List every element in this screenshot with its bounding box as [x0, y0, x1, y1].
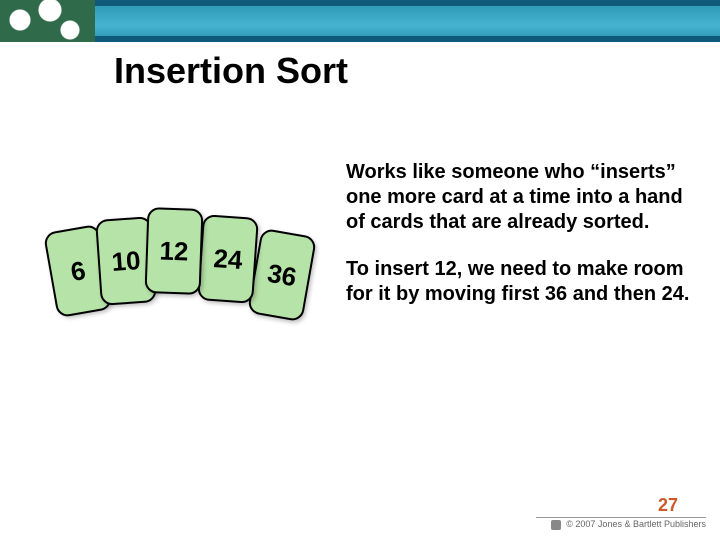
- description-block: Works like someone who “inserts” one mor…: [346, 160, 690, 329]
- footer-rule: [536, 517, 706, 518]
- publisher-credit: © 2007 Jones & Bartlett Publishers: [551, 519, 706, 530]
- flower-decoration-icon: [0, 0, 95, 42]
- description-paragraph-2: To insert 12, we need to make room for i…: [346, 257, 690, 307]
- description-paragraph-1: Works like someone who “inserts” one mor…: [346, 160, 690, 235]
- publisher-text: © 2007 Jones & Bartlett Publishers: [566, 519, 706, 529]
- card-12: 12: [145, 207, 204, 295]
- card-hand: 6 10 12 24 36: [50, 200, 350, 320]
- page-title: Insertion Sort: [114, 50, 348, 92]
- card-24: 24: [197, 214, 259, 304]
- publisher-logo-icon: [551, 520, 561, 530]
- slide-number: 27: [658, 495, 678, 516]
- banner-stripe-top: [0, 0, 720, 6]
- top-banner: [0, 0, 720, 42]
- banner-stripe-bottom: [0, 36, 720, 42]
- slide: Insertion Sort 6 10 12 24 36 Works like …: [0, 0, 720, 540]
- card-36: 36: [247, 228, 317, 322]
